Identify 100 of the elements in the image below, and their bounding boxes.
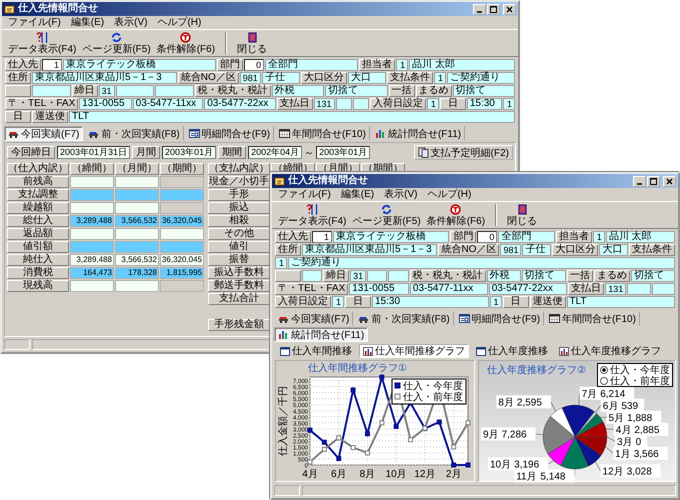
toolbar-button[interactable]: データ表示(F4) — [276, 202, 348, 228]
toolbar-button[interactable]: データ表示(F4) — [6, 30, 78, 56]
point — [364, 431, 370, 436]
close-button[interactable] — [503, 4, 516, 14]
sub-tab[interactable]: 仕入年度推移グラフ — [555, 344, 665, 358]
field-label: 一括 — [566, 270, 593, 282]
value-label: 5,148 — [540, 472, 566, 482]
axis-tick-label: 10月 — [386, 469, 407, 480]
menu-item[interactable]: 表示(V) — [381, 188, 420, 200]
toolbar-button[interactable]: ページ更新(F5) — [80, 30, 153, 56]
category-label: 3月 — [617, 436, 633, 448]
sub-tab[interactable]: 仕入年間推移グラフ — [359, 344, 469, 358]
leader-line — [578, 393, 580, 406]
no-entry-icon — [180, 32, 192, 42]
field-label: 期間 — [218, 146, 246, 159]
field-value: 大口 — [599, 244, 628, 256]
schedule-button[interactable]: 支払予定明細(F2) — [414, 145, 513, 160]
value-label: 3,196 — [514, 460, 540, 470]
field-label: 住所 — [5, 72, 31, 84]
date-field[interactable]: 2003年01月 — [162, 146, 216, 159]
field-label: 支払条件 — [386, 72, 433, 84]
row-label: 相殺 — [208, 215, 270, 227]
sub-tab[interactable]: 仕入年間推移 — [276, 344, 356, 358]
menu-item[interactable]: ファイル(F) — [275, 188, 334, 200]
value-label: 1,888 — [627, 412, 652, 424]
table-cell: 164,473 — [70, 267, 114, 279]
bar-chart-icon — [278, 330, 289, 339]
blank-field — [32, 85, 70, 97]
radio-button[interactable] — [600, 366, 608, 374]
point — [308, 459, 312, 464]
chart-title: 仕入年間推移グラフ① — [308, 363, 407, 374]
maximize-button[interactable] — [487, 4, 500, 14]
point — [336, 456, 342, 462]
field-value: TLT — [566, 296, 676, 308]
value-label: 3,566 — [634, 448, 659, 460]
menu-item[interactable]: 編集(E) — [68, 16, 108, 28]
date-field[interactable]: 2003年01月31日 — [57, 146, 130, 159]
field-label: 大口区分 — [300, 72, 347, 84]
menu-item[interactable]: ヘルプ(H) — [154, 16, 204, 28]
radio-option[interactable]: 仕入・前年度 — [600, 375, 670, 386]
field-label: 日 — [502, 296, 528, 308]
axis-tick-label: 4月 — [302, 469, 318, 480]
date-field[interactable]: 2003年01月 — [316, 146, 370, 159]
toolbar-button[interactable]: ページ更新(F5) — [350, 202, 423, 228]
code-field[interactable]: 0 — [477, 231, 498, 243]
code-field[interactable]: 1 — [42, 59, 62, 71]
toolbar-button[interactable]: 条件解除(F6) — [424, 202, 488, 228]
category-label: 12月 — [602, 466, 624, 478]
table-icon — [476, 346, 486, 356]
menu-item[interactable]: 表示(V) — [111, 16, 150, 28]
date-field[interactable]: 2002年04月 — [248, 146, 302, 159]
field-value: 全部門 — [498, 231, 555, 243]
row-label: 振替 — [208, 254, 270, 266]
category-label: 8月 — [498, 397, 514, 408]
label-background — [600, 464, 661, 478]
table-cell: 3,289,488 — [70, 215, 114, 227]
table-cell: 3,289,488 — [70, 254, 114, 266]
door-icon — [246, 32, 258, 42]
blank-field — [388, 270, 409, 282]
table-icon — [188, 129, 200, 138]
field-value: 1 — [503, 98, 515, 110]
tab[interactable]: 今回実績(F7) — [4, 126, 84, 141]
category-label: 7月 — [582, 388, 598, 400]
category-label: 9月 — [483, 429, 499, 440]
field-value: 切捨て — [522, 270, 566, 282]
menu-item[interactable]: ファイル(F) — [5, 16, 64, 28]
category-label: 6月 — [602, 400, 618, 412]
leader-line — [595, 461, 601, 472]
minimize-button[interactable] — [473, 4, 486, 14]
field-value: 1 — [490, 296, 502, 308]
window-title: 仕入先情報問合せ — [288, 175, 368, 187]
maximize-button[interactable] — [647, 176, 660, 186]
menu-item[interactable]: 編集(E) — [338, 188, 378, 200]
close-button[interactable] — [663, 176, 676, 186]
status-panel — [274, 485, 300, 496]
toolbar-button[interactable]: 条件解除(F6) — [154, 30, 218, 56]
blank-field — [302, 270, 322, 282]
point — [364, 450, 370, 456]
field-label: 締日 — [72, 85, 98, 97]
minimize-button[interactable] — [633, 176, 646, 186]
sub-tab[interactable]: 仕入年度推移 — [472, 344, 552, 358]
code-field[interactable]: 0 — [244, 59, 264, 71]
refresh-icon — [381, 204, 392, 214]
toolbar-button[interactable]: 閉じる — [235, 30, 270, 56]
question-mark-icon — [305, 204, 320, 214]
radio-button[interactable] — [600, 376, 608, 384]
label-background — [496, 395, 551, 408]
tab[interactable]: 統計問合せ(F11) — [274, 327, 368, 342]
field-value: 切捨て — [452, 85, 516, 97]
field-value: 03-5477-11xx — [410, 283, 488, 295]
point — [394, 424, 399, 429]
field-value: 1 — [275, 257, 287, 269]
radio-option[interactable]: 仕入・今年度 — [600, 364, 670, 375]
field-value: 東京都品川区東品川5－1－3 — [32, 72, 177, 84]
menu-item[interactable]: ヘルプ(H) — [424, 188, 474, 200]
field-value: 15:30 — [466, 98, 502, 110]
code-field[interactable]: 1 — [312, 231, 332, 243]
point — [322, 440, 327, 445]
point — [408, 437, 414, 442]
toolbar-button[interactable]: 閉じる — [505, 202, 540, 228]
